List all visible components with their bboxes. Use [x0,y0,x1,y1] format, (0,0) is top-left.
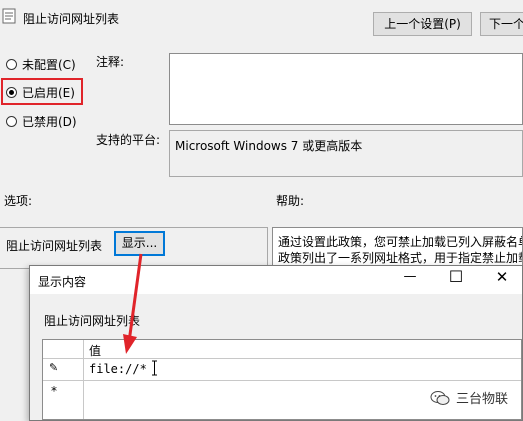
platform-field: Microsoft Windows 7 或更高版本 [169,130,523,177]
grid-cell-value[interactable]: file://* [89,362,147,376]
maximize-icon[interactable]: ☐ [444,267,468,286]
options-list-label: 阻止访问网址列表 [6,239,103,253]
grid-header-value[interactable]: 值 [89,342,101,359]
help-section-label: 帮助: [276,194,305,208]
row-edit-marker-icon: ✎ [49,361,59,374]
row-new-marker-icon: * [51,384,57,398]
previous-setting-button[interactable]: 上一个设置(P) [373,12,472,36]
wechat-icon [430,390,450,405]
comment-textarea[interactable] [169,53,523,125]
options-section-label: 选项: [4,194,33,208]
table-row[interactable]: ✎ file://* [43,359,521,381]
radio-label-enabled: 已启用(E) [22,85,75,100]
radio-circle[interactable] [6,58,17,70]
close-icon[interactable]: ✕ [490,268,514,286]
policy-document-icon [2,8,16,24]
comment-label: 注释: [96,55,125,69]
ibeam-cursor-icon [152,360,157,376]
radio-circle-checked[interactable] [6,86,17,98]
help-text-line1: 通过设置此政策，您可禁止加载已列入屏蔽名单 [278,235,523,249]
radio-label-not-configured: 未配置(C) [22,57,76,72]
minimize-icon[interactable]: — [398,269,422,284]
help-text-line2: 政策列出了一系列网址格式，用于指定禁止加载 [278,251,523,265]
window-title: 阻止访问网址列表 [23,12,120,26]
radio-circle[interactable] [6,115,17,127]
help-panel: 通过设置此政策，您可禁止加载已列入屏蔽名单 政策列出了一系列网址格式，用于指定禁… [272,227,523,269]
radio-not-configured[interactable]: 未配置(C) [6,55,76,73]
watermark-text: 三台物联 [456,392,509,407]
platform-label: 支持的平台: [96,133,161,147]
dialog-title: 显示内容 [38,275,87,289]
next-setting-button[interactable]: 下一个 [480,12,523,36]
radio-enabled[interactable]: 已启用(E) [6,83,75,101]
annotation-arrow-icon [123,253,143,354]
radio-disabled[interactable]: 已禁用(D) [6,112,77,130]
radio-label-disabled: 已禁用(D) [22,114,77,129]
watermark: 三台物联 [430,388,508,407]
platform-value: Microsoft Windows 7 或更高版本 [175,139,363,153]
